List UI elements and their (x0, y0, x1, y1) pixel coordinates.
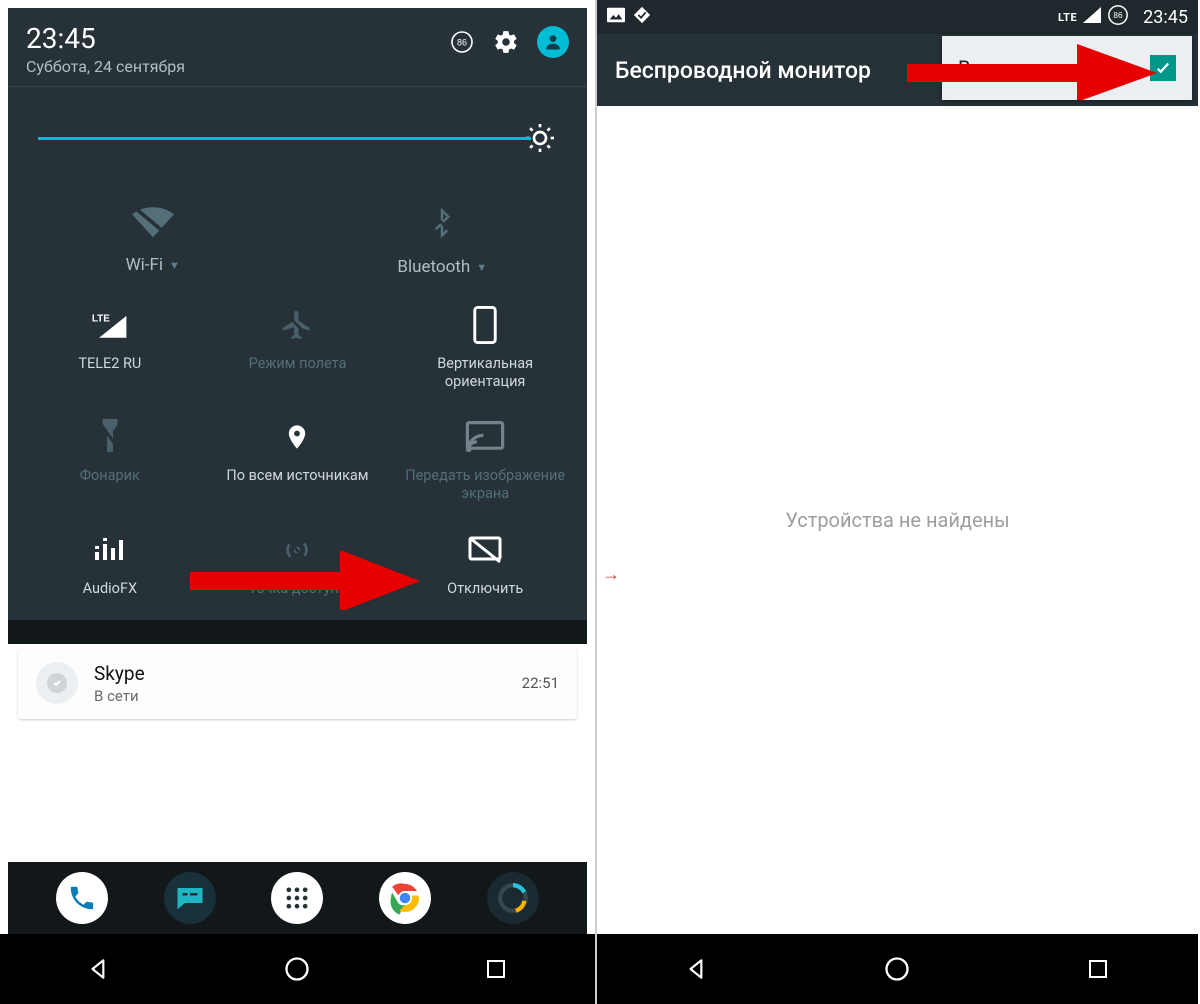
status-bar: LTE 86 23:45 (597, 0, 1198, 34)
flashlight-label: Фонарик (80, 467, 140, 485)
notification-title: Skype (94, 662, 145, 685)
nav-back-button[interactable] (682, 954, 712, 984)
settings-gear-icon[interactable] (493, 29, 519, 55)
camera-app-icon[interactable] (487, 872, 539, 924)
cellular-tile[interactable]: LTE TELE2 RU (16, 305, 204, 391)
messages-app-icon[interactable] (164, 872, 216, 924)
appbar-title: Беспроводной монитор (615, 57, 871, 84)
nav-bar (0, 934, 595, 1004)
notification-skype[interactable]: Skype В сети 22:51 (18, 648, 577, 719)
portrait-lock-icon (465, 305, 505, 345)
rotation-tile[interactable]: Вертикальная ориентация (391, 305, 579, 391)
audiofx-label: AudioFX (83, 580, 137, 598)
content-area: Устройства не найдены (597, 106, 1198, 934)
svg-text:86: 86 (1114, 11, 1124, 20)
qs-primary-row: Wi-Fi ▼ Bluetooth ▼ (8, 179, 587, 277)
location-label: По всем источникам (226, 467, 368, 485)
brightness-slider[interactable] (8, 121, 587, 179)
disable-label: Отключить (447, 580, 523, 598)
cast-label: Передать изображение экрана (405, 467, 565, 503)
chrome-app-icon[interactable] (379, 872, 431, 924)
divider (8, 86, 587, 87)
gallery-status-icon (607, 7, 625, 27)
flashlight-icon (90, 417, 130, 457)
app-drawer-icon[interactable] (271, 872, 323, 924)
svg-text:LTE: LTE (92, 313, 110, 324)
empty-state-text: Устройства не найдены (785, 508, 1009, 532)
nav-bar (597, 934, 1198, 1004)
notification-subtitle: В сети (94, 687, 145, 705)
notification-time: 22:51 (522, 674, 559, 692)
rotation-label: Вертикальная ориентация (405, 355, 565, 391)
wifi-tile[interactable]: Wi-Fi ▼ (8, 203, 298, 277)
brightness-track[interactable] (38, 137, 531, 140)
svg-text:86: 86 (457, 38, 467, 48)
cast-icon (465, 417, 505, 457)
status-time: 23:45 (1143, 7, 1188, 28)
lte-label: LTE (1058, 11, 1077, 24)
nav-recents-button[interactable] (1083, 954, 1113, 984)
cast-tile[interactable]: Передать изображение экрана (391, 417, 579, 503)
flashlight-tile[interactable]: Фонарик (16, 417, 204, 503)
phone-wireless-display: LTE 86 23:45 Беспроводной монитор Включи… (597, 0, 1198, 1004)
battery-badge-icon[interactable]: 86 (449, 29, 475, 55)
chevron-down-icon: ▼ (169, 259, 180, 272)
battery-badge-icon: 86 (1107, 4, 1129, 30)
clock-date: Суббота, 24 сентября (26, 57, 185, 76)
phone-app-icon[interactable] (56, 872, 108, 924)
clock-block[interactable]: 23:45 Суббота, 24 сентября (26, 22, 185, 76)
airplane-label: Режим полета (249, 355, 347, 373)
nav-back-button[interactable] (84, 954, 114, 984)
location-tile[interactable]: По всем источникам (204, 417, 392, 503)
wifi-label: Wi-Fi (126, 255, 163, 275)
annotation-arrow-right (907, 44, 1157, 100)
check-status-icon (633, 6, 651, 28)
home-dock (8, 862, 587, 934)
airplane-tile[interactable]: Режим полета (204, 305, 392, 391)
signal-icon (1083, 7, 1101, 27)
bluetooth-label: Bluetooth (397, 257, 470, 277)
quick-settings-panel: 23:45 Суббота, 24 сентября 86 (8, 8, 587, 620)
annotation-arrow-left (190, 550, 420, 610)
lte-signal-icon: LTE (90, 305, 130, 345)
profile-avatar-icon[interactable] (537, 26, 569, 58)
cellular-label: TELE2 RU (78, 355, 141, 373)
equalizer-icon (90, 530, 130, 570)
location-pin-icon (277, 417, 317, 457)
nav-home-button[interactable] (282, 954, 312, 984)
phone-quick-settings: 23:45 Суббота, 24 сентября 86 (0, 0, 597, 1004)
skype-notif-icon (36, 662, 78, 704)
qs-header: 23:45 Суббота, 24 сентября 86 (8, 8, 587, 86)
airplane-icon (277, 305, 317, 345)
screen-off-icon (465, 530, 505, 570)
nav-home-button[interactable] (882, 954, 912, 984)
clock-time: 23:45 (26, 22, 185, 55)
bluetooth-tile[interactable]: Bluetooth ▼ (298, 203, 588, 277)
home-background-strip (8, 620, 587, 644)
nav-recents-button[interactable] (481, 954, 511, 984)
audiofx-tile[interactable]: AudioFX (16, 530, 204, 598)
annotation-mini-arrow: → (602, 564, 620, 585)
chevron-down-icon: ▼ (476, 261, 487, 274)
